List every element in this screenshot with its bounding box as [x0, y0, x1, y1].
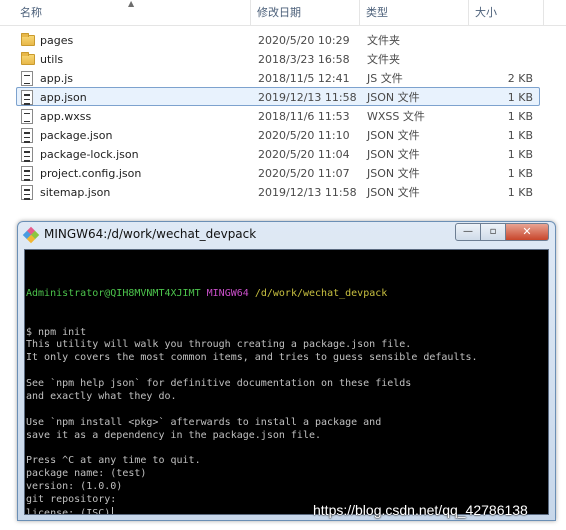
terminal-line: Use `npm install <pkg>` afterwards to in…	[26, 417, 548, 430]
terminal-line-text: It only covers the most common items, an…	[26, 352, 478, 364]
terminal-line: save it as a dependency in the package.j…	[26, 430, 548, 443]
prompt-line: Administrator@QIH8MVNMT4XJIMT MINGW64 /d…	[26, 288, 548, 301]
terminal-line: package name: (test)	[26, 468, 548, 481]
file-date: 2018/11/5 12:41	[258, 72, 350, 85]
window-title: MINGW64:/d/work/wechat_devpack	[44, 227, 257, 241]
terminal-line-text: license: (ISC)	[26, 507, 111, 515]
terminal-line: and exactly what they do.	[26, 391, 548, 404]
file-type: 文件夹	[367, 53, 400, 66]
json-file-icon	[21, 166, 33, 181]
file-type: 文件夹	[367, 34, 400, 47]
file-row[interactable]: sitemap.json 2019/12/13 11:58 JSON 文件 1 KB	[16, 182, 540, 201]
terminal-line: Press ^C at any time to quit.	[26, 455, 548, 468]
maximize-button[interactable]: ▫	[481, 223, 506, 241]
json-file-icon	[21, 185, 33, 200]
prompt-system: MINGW64	[206, 287, 249, 299]
column-type[interactable]: 类型	[360, 0, 469, 26]
terminal-line-text: and exactly what they do.	[26, 390, 177, 402]
file-name: app.json	[40, 91, 87, 104]
file-date: 2020/5/20 11:07	[258, 167, 350, 180]
file-type: JSON 文件	[367, 129, 420, 142]
file-type: JSON 文件	[367, 91, 420, 104]
terminal-line-text: version: (1.0.0)	[26, 481, 123, 493]
terminal-line: $ npm init	[26, 327, 548, 340]
file-date: 2019/12/13 11:58	[258, 91, 357, 104]
file-explorer: 名称 ▲ 修改日期 类型 大小 pages 2020/5/20 10:29 文件夹 u…	[0, 0, 566, 212]
prompt-user-host: Administrator@QIH8MVNMT4XJIMT	[26, 287, 201, 299]
file-date: 2020/5/20 11:04	[258, 148, 350, 161]
json-file-icon	[21, 147, 33, 162]
file-icon	[21, 109, 33, 124]
terminal-line-text: This utility will walk you through creat…	[26, 339, 412, 351]
file-date: 2019/12/13 11:58	[258, 186, 357, 199]
close-button[interactable]: ✕	[506, 223, 549, 241]
file-row[interactable]: pages 2020/5/20 10:29 文件夹	[16, 30, 540, 49]
file-row[interactable]: app.wxss 2018/11/6 11:53 WXSS 文件 1 KB	[16, 106, 540, 125]
file-row[interactable]: package.json 2020/5/20 11:10 JSON 文件 1 KB	[16, 125, 540, 144]
column-date[interactable]: 修改日期	[251, 0, 360, 26]
terminal-line: It only covers the most common items, an…	[26, 352, 548, 365]
terminal-line-text: See `npm help json` for definitive docum…	[26, 378, 412, 390]
file-row[interactable]: app.json 2019/12/13 11:58 JSON 文件 1 KB	[16, 87, 540, 106]
terminal-line-text: Use `npm install <pkg>` afterwards to in…	[26, 416, 382, 428]
file-type: JSON 文件	[367, 186, 420, 199]
file-size: 1 KB	[507, 148, 533, 161]
file-row[interactable]: utils 2018/3/23 16:58 文件夹	[16, 49, 540, 68]
js-file-icon	[21, 71, 33, 86]
file-name: app.js	[40, 72, 73, 85]
terminal-line: This utility will walk you through creat…	[26, 339, 548, 352]
file-name: app.wxss	[40, 110, 92, 123]
file-date: 2018/11/6 11:53	[258, 110, 350, 123]
terminal-line-text: Press ^C at any time to quit.	[26, 455, 201, 467]
file-size: 1 KB	[507, 186, 533, 199]
file-type: JS 文件	[367, 72, 403, 85]
file-date: 2020/5/20 10:29	[258, 34, 350, 47]
file-date: 2018/3/23 16:58	[258, 53, 350, 66]
terminal-output[interactable]: Administrator@QIH8MVNMT4XJIMT MINGW64 /d…	[24, 249, 549, 515]
file-row[interactable]: app.js 2018/11/5 12:41 JS 文件 2 KB	[16, 68, 540, 87]
file-type: WXSS 文件	[367, 110, 425, 123]
prompt-path: /d/work/wechat_devpack	[254, 287, 388, 299]
file-row[interactable]: package-lock.json 2020/5/20 11:04 JSON 文件 1…	[16, 144, 540, 163]
mingw-icon	[22, 226, 40, 244]
window-controls: — ▫ ✕	[455, 223, 549, 242]
file-name: package.json	[40, 129, 113, 142]
file-size: 1 KB	[507, 129, 533, 142]
terminal-line-text: $ npm init	[26, 326, 87, 338]
file-name: sitemap.json	[40, 186, 111, 199]
file-date: 2020/5/20 11:10	[258, 129, 350, 142]
file-name: package-lock.json	[40, 148, 139, 161]
title-bar[interactable]: MINGW64:/d/work/wechat_devpack — ▫ ✕	[18, 222, 555, 248]
file-size: 1 KB	[507, 110, 533, 123]
watermark: https://blog.csdn.net/qq_42786138	[313, 502, 528, 518]
file-size: 1 KB	[507, 91, 533, 104]
terminal-window: MINGW64:/d/work/wechat_devpack — ▫ ✕ Adm…	[17, 221, 556, 521]
column-header: 名称 ▲ 修改日期 类型 大小	[0, 0, 566, 26]
terminal-line: See `npm help json` for definitive docum…	[26, 378, 548, 391]
sort-up-icon: ▲	[128, 0, 135, 8]
terminal-line-text: save it as a dependency in the package.j…	[26, 429, 322, 441]
minimize-button[interactable]: —	[455, 223, 481, 241]
terminal-line-text: package name: (test)	[26, 468, 147, 480]
file-name: utils	[40, 53, 64, 66]
file-row[interactable]: project.config.json 2020/5/20 11:07 JSON 文…	[16, 163, 540, 182]
file-size: 2 KB	[507, 72, 533, 85]
text-cursor	[112, 506, 114, 514]
json-file-icon	[21, 128, 33, 143]
json-file-icon	[21, 90, 33, 105]
terminal-line: version: (1.0.0)	[26, 481, 548, 494]
file-name: project.config.json	[40, 167, 142, 180]
column-size[interactable]: 大小	[469, 0, 544, 26]
terminal-line-text: git repository:	[26, 494, 117, 506]
file-name: pages	[40, 34, 74, 47]
file-type: JSON 文件	[367, 148, 420, 161]
file-size: 1 KB	[507, 167, 533, 180]
folder-icon	[21, 33, 35, 46]
folder-icon	[21, 52, 35, 65]
file-type: JSON 文件	[367, 167, 420, 180]
